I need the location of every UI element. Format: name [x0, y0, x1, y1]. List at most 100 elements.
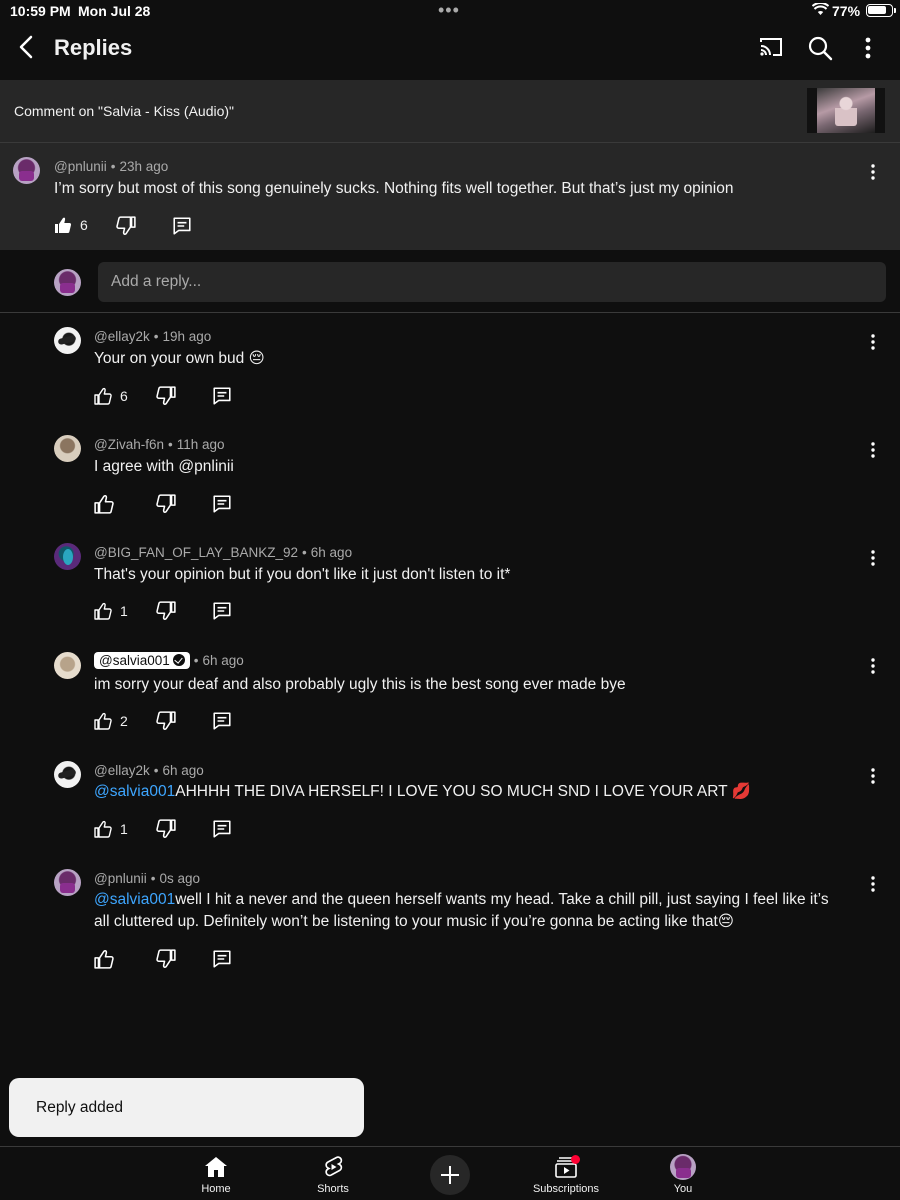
thumbs-up-icon[interactable]: [94, 949, 114, 969]
more-vertical-icon[interactable]: [866, 333, 880, 351]
nav-shorts[interactable]: Shorts: [293, 1147, 373, 1200]
thumbs-down-icon[interactable]: [156, 711, 176, 731]
reply-icon[interactable]: [212, 601, 232, 621]
back-arrow-icon[interactable]: [12, 32, 42, 62]
more-vertical-icon[interactable]: [866, 875, 880, 893]
top-bar: Replies: [0, 22, 900, 78]
like-button[interactable]: 1: [94, 601, 128, 621]
status-bar: 10:59 PM Mon Jul 28 ••• 77%: [0, 0, 900, 22]
like-count: 2: [120, 713, 128, 729]
avatar[interactable]: [54, 543, 81, 570]
comment-author[interactable]: @pnlunii: [94, 871, 147, 886]
creator-chip[interactable]: @salvia001: [94, 652, 190, 669]
comment-text: I agree with @pnlinii: [94, 458, 234, 475]
reply-icon[interactable]: [212, 386, 232, 406]
thumbnail-figure: [835, 96, 857, 126]
notification-dot: [571, 1155, 580, 1164]
thumbs-down-icon[interactable]: [156, 494, 176, 514]
comment-text: im sorry your deaf and also probably ugl…: [94, 676, 626, 693]
shorts-icon: [325, 1156, 343, 1177]
comment-author[interactable]: @BIG_FAN_OF_LAY_BANKZ_92: [94, 545, 298, 560]
avatar[interactable]: [54, 869, 81, 896]
search-icon[interactable]: [806, 34, 834, 62]
avatar[interactable]: [54, 652, 81, 679]
like-button[interactable]: 6: [54, 215, 88, 235]
more-vertical-icon[interactable]: [866, 657, 880, 675]
comment-time: 23h ago: [119, 159, 169, 174]
like-button[interactable]: 1: [94, 819, 128, 839]
reply-icon[interactable]: [212, 711, 232, 731]
more-vertical-icon[interactable]: [866, 441, 880, 459]
thumbs-up-icon[interactable]: [94, 494, 114, 514]
like-button[interactable]: 6: [94, 386, 128, 406]
comment-author[interactable]: @pnlunii: [54, 159, 107, 174]
comment-time: 6h ago: [310, 545, 353, 560]
more-vertical-icon[interactable]: [866, 549, 880, 567]
nav-home[interactable]: Home: [176, 1147, 256, 1200]
comment-time: 6h ago: [202, 653, 244, 668]
comment-meta: @salvia001 • 6h ago: [94, 652, 244, 669]
toast-text: Reply added: [36, 1099, 124, 1116]
thumbs-down-icon[interactable]: [156, 386, 176, 406]
avatar[interactable]: [54, 435, 81, 462]
reply-input[interactable]: [98, 262, 886, 302]
nav-label: Home: [201, 1183, 231, 1195]
thumbs-down-icon[interactable]: [156, 819, 176, 839]
context-text: Comment on "Salvia - Kiss (Audio)": [14, 103, 235, 119]
more-vertical-icon[interactable]: [866, 767, 880, 785]
comment-text: @salvia001AHHHH THE DIVA HERSELF! I LOVE…: [94, 781, 751, 803]
thumbs-down-icon[interactable]: [156, 949, 176, 969]
home-icon: [205, 1157, 227, 1177]
reply-icon[interactable]: [212, 494, 232, 514]
video-thumbnail[interactable]: [807, 88, 885, 133]
avatar[interactable]: [54, 327, 81, 354]
comment-text: I’m sorry but most of this song genuinel…: [54, 180, 734, 197]
like-button[interactable]: 2: [94, 711, 128, 731]
nav-label: Subscriptions: [532, 1183, 600, 1195]
comment-time: 6h ago: [162, 763, 204, 778]
thumbs-down-icon[interactable]: [116, 216, 136, 236]
comment-author[interactable]: @ellay2k: [94, 763, 150, 778]
like-count: 6: [120, 388, 128, 404]
cast-icon[interactable]: [758, 34, 784, 60]
multitask-dots[interactable]: •••: [438, 0, 460, 21]
wifi-icon: [812, 3, 829, 15]
mention-link[interactable]: @salvia001: [94, 783, 175, 800]
more-vertical-icon[interactable]: [858, 34, 878, 62]
reply-icon[interactable]: [212, 819, 232, 839]
comment-text-line-2: all cluttered up. Definitely won’t be li…: [94, 913, 734, 930]
like-count: 6: [80, 217, 88, 233]
status-date: Mon Jul 28: [78, 3, 151, 19]
mention-link[interactable]: @salvia001: [94, 891, 175, 908]
reply-box-row: [0, 251, 900, 313]
comment-author[interactable]: @ellay2k: [94, 329, 150, 344]
comment-text: Your on your own bud 😔: [94, 350, 265, 367]
user-avatar: [54, 269, 81, 296]
thumbs-down-icon[interactable]: [156, 601, 176, 621]
video-context-header[interactable]: Comment on "Salvia - Kiss (Audio)": [0, 80, 900, 142]
battery-percent: 77%: [832, 3, 861, 19]
thumbs-up-icon: [94, 387, 112, 405]
comment-time: 0s ago: [159, 871, 201, 886]
avatar[interactable]: [13, 157, 40, 184]
reply-icon[interactable]: [172, 216, 192, 236]
comment-body: well I hit a never and the queen herself…: [175, 891, 829, 908]
comment-text: That's your opinion but if you don't lik…: [94, 566, 511, 583]
more-vertical-icon[interactable]: [866, 163, 880, 181]
battery-icon: [866, 4, 893, 17]
thumbs-up-icon: [94, 820, 112, 838]
comment-author[interactable]: @Zivah-f6n: [94, 437, 164, 452]
avatar[interactable]: [54, 761, 81, 788]
thumbs-up-icon: [94, 712, 112, 730]
reply-icon[interactable]: [212, 949, 232, 969]
nav-subscriptions[interactable]: Subscriptions: [526, 1147, 606, 1200]
you-avatar: [670, 1154, 696, 1180]
comment-meta: @pnlunii • 23h ago: [54, 159, 169, 174]
comment-time: 11h ago: [176, 437, 225, 452]
nav-you[interactable]: You: [643, 1147, 723, 1200]
comment-meta: @BIG_FAN_OF_LAY_BANKZ_92 • 6h ago: [94, 545, 353, 560]
plus-icon: [441, 1166, 459, 1184]
comment-meta: @pnlunii • 0s ago: [94, 871, 201, 886]
comment-meta: @Zivah-f6n • 11h ago: [94, 437, 225, 452]
create-button[interactable]: [430, 1155, 470, 1195]
